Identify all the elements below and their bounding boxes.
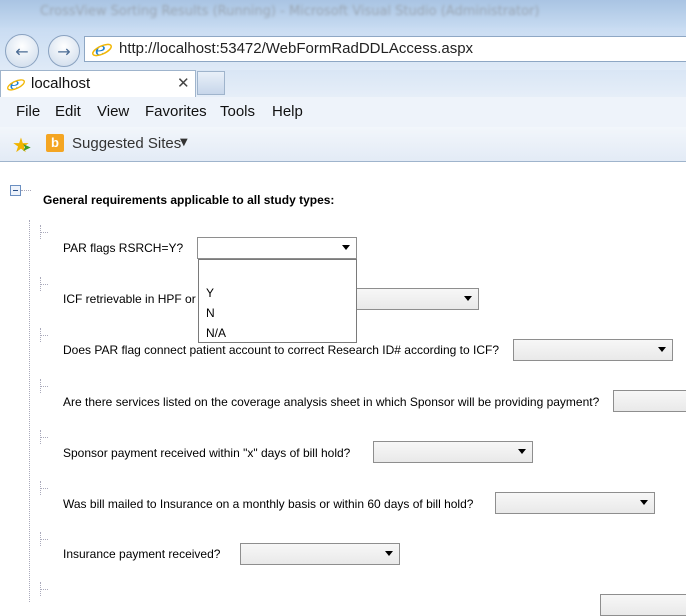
menu-help[interactable]: Help (272, 103, 303, 120)
new-tab-button[interactable] (197, 71, 225, 95)
dropdown-option-n[interactable]: N (206, 306, 215, 320)
section-heading: General requirements applicable to all s… (43, 193, 335, 207)
question-label: ICF retrievable in HPF or f (63, 292, 203, 306)
collapse-toggle[interactable] (10, 185, 21, 196)
dropdown-option-na[interactable]: N/A (206, 326, 226, 340)
tree-tick (40, 589, 48, 590)
tree-tick (40, 437, 48, 438)
menu-file[interactable]: File (16, 103, 40, 120)
address-url[interactable]: http://localhost:53472/WebFormRadDDLAcce… (119, 40, 473, 57)
tab-ie-icon: e (7, 75, 25, 93)
chevron-down-icon[interactable] (640, 500, 648, 505)
question-label: Does PAR flag connect patient account to… (63, 343, 499, 357)
par-flag-connect-dropdown[interactable] (513, 339, 673, 361)
tab-localhost[interactable]: e localhost ✕ (0, 70, 196, 97)
dropdown-options-list: Y N N/A (198, 259, 357, 343)
forward-arrow-icon: → (57, 41, 71, 61)
bill-mailed-dropdown[interactable] (495, 492, 655, 514)
chevron-down-icon[interactable] (342, 245, 350, 250)
insurance-payment-dropdown[interactable] (240, 543, 400, 565)
chevron-down-icon[interactable] (464, 296, 472, 301)
question-label: PAR flags RSRCH=Y? (63, 241, 184, 255)
suggested-sites-link[interactable]: Suggested Sites (72, 135, 181, 152)
question-label: Insurance payment received? (63, 547, 221, 561)
sponsor-services-dropdown[interactable] (613, 390, 686, 412)
tree-connector (21, 190, 31, 191)
tree-line-vertical (29, 220, 30, 602)
menu-edit[interactable]: Edit (55, 103, 81, 120)
favorites-bar: ★ ➤ b Suggested Sites ▼ (0, 127, 686, 162)
menu-bar: File Edit View Favorites Tools Help (0, 97, 686, 127)
chevron-down-icon[interactable]: ▼ (180, 137, 188, 148)
menu-view[interactable]: View (97, 103, 129, 120)
chevron-down-icon[interactable] (385, 551, 393, 556)
chevron-down-icon[interactable] (658, 347, 666, 352)
menu-favorites[interactable]: Favorites (145, 103, 207, 120)
back-button[interactable]: ← (5, 34, 39, 68)
chevron-down-icon[interactable] (518, 449, 526, 454)
forward-button[interactable]: → (48, 35, 80, 67)
sponsor-payment-dropdown[interactable] (373, 441, 533, 463)
tab-label: localhost (31, 75, 91, 92)
bing-icon: b (46, 134, 64, 152)
address-bar[interactable]: e http://localhost:53472/WebFormRadDDLAc… (84, 36, 686, 62)
back-arrow-icon: ← (15, 41, 29, 61)
favorites-star-icon[interactable]: ★ ➤ (12, 133, 31, 157)
tree-tick (40, 488, 48, 489)
tree-tick (40, 386, 48, 387)
menu-tools[interactable]: Tools (220, 103, 255, 120)
tree-tick (40, 232, 48, 233)
tree-tick (40, 335, 48, 336)
dropdown-option-y[interactable]: Y (206, 286, 214, 300)
close-tab-icon[interactable]: ✕ (177, 74, 190, 92)
question-label: Was bill mailed to Insurance on a monthl… (63, 497, 474, 511)
question-label: Are there services listed on the coverag… (63, 395, 600, 409)
window-titlebar: CrossView Sorting Results (Running) - Mi… (0, 0, 686, 28)
ie-logo-icon: e (92, 39, 112, 59)
question-label: Sponsor payment received within "x" days… (63, 446, 351, 460)
par-flags-dropdown[interactable] (197, 237, 357, 259)
tree-tick (40, 539, 48, 540)
tree-tick (40, 284, 48, 285)
next-question-dropdown[interactable] (600, 594, 686, 616)
window-title: CrossView Sorting Results (Running) - Mi… (40, 4, 540, 19)
